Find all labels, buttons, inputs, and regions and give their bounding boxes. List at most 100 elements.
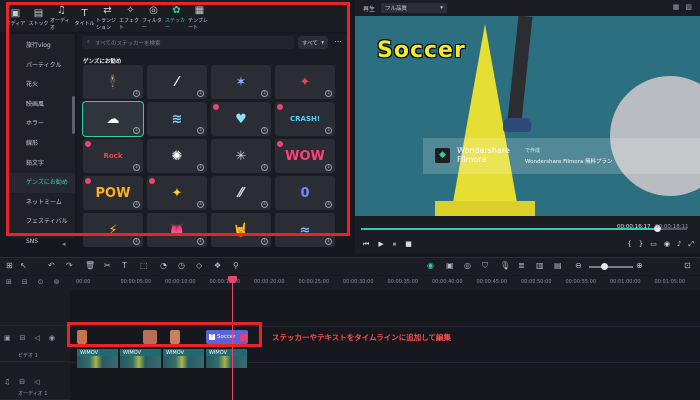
video-clip-label: WIMOV xyxy=(123,350,142,356)
lock-icon[interactable]: ⊚ xyxy=(54,278,60,286)
voice-icon[interactable]: ≣ xyxy=(518,261,525,270)
fit-icon[interactable]: ⊡ xyxy=(684,261,691,270)
keyframe-icon[interactable]: ◇ xyxy=(196,261,202,270)
crop-icon[interactable]: ⬚ xyxy=(140,261,148,270)
track-eye-icon[interactable]: ◉ xyxy=(49,334,55,342)
video-clip[interactable]: WIMOV xyxy=(205,349,247,368)
ruler-tick-label: 00:00:40:00 xyxy=(432,279,463,285)
delete-icon[interactable]: 🗑 xyxy=(85,261,95,270)
track-mute-icon[interactable]: ◁ xyxy=(34,378,39,386)
collapse-panel-icon[interactable]: ◂ xyxy=(62,240,70,249)
motion-icon[interactable]: ◎ xyxy=(464,261,471,270)
ruler-tick-label: 00:00:25:00 xyxy=(298,279,330,285)
download-icon[interactable]: ↓ xyxy=(133,238,140,245)
chevron-down-icon: ▾ xyxy=(440,5,444,11)
snapshot-icon[interactable]: ◉ xyxy=(664,240,670,249)
ai-icon[interactable]: ▤ xyxy=(554,261,562,270)
player-label: 再生 xyxy=(363,5,376,13)
track-header-audio: ♫ ⊟ ◁ オーディオ 1 xyxy=(0,362,70,400)
filmora-logo-icon: ◆ xyxy=(435,148,450,163)
audio-mix-icon[interactable]: ▥ xyxy=(536,261,544,270)
video-clip-label: WIMOV xyxy=(166,350,185,356)
download-icon[interactable]: ↓ xyxy=(325,238,332,245)
track-lock-icon[interactable]: ⊟ xyxy=(20,334,26,342)
time-current: 00:00:16:17 xyxy=(617,224,651,230)
watermark-text: Wondershare Filmora 無料プラン xyxy=(525,159,613,165)
video-track-icon: ▣ xyxy=(4,334,11,342)
volume-icon[interactable]: ♪ xyxy=(677,240,681,249)
highlight-frame xyxy=(6,2,350,236)
effect-icon[interactable]: ❖ xyxy=(214,261,221,270)
player-header: 再生 フル品質 ▾ ▦ ▨ xyxy=(355,0,700,16)
ruler-tick-label: 00:01:00:00 xyxy=(610,279,641,285)
magnet-icon[interactable]: ⊙ xyxy=(38,278,44,286)
zoom-out-icon[interactable]: ⊖ xyxy=(575,261,582,270)
play-icon[interactable]: ▶ xyxy=(378,240,383,249)
playhead-handle[interactable] xyxy=(228,276,237,283)
mic-icon[interactable]: 🎙 xyxy=(500,261,510,270)
snap-icon[interactable]: ▣ xyxy=(446,261,454,270)
video-shoe xyxy=(503,118,531,132)
download-icon[interactable]: ↓ xyxy=(197,238,204,245)
quality-dropdown[interactable]: フル品質 ▾ xyxy=(381,3,448,13)
player-controls: 00:00:16:17 00:00:18:11 ⏮ ▶ ⏸ ■ { } ▭ ◉ … xyxy=(355,216,700,254)
track-header-empty xyxy=(0,290,70,326)
mark-in-icon[interactable]: { xyxy=(627,240,631,249)
undo-icon[interactable]: ↶ xyxy=(48,261,55,270)
track-mute-icon[interactable]: ◁ xyxy=(35,334,40,342)
track-lock-icon[interactable]: ⊟ xyxy=(19,378,25,386)
timeline-ruler[interactable]: ⊞ ⊟ ⊙ ⊚ 00:00 00:00:05:00 00:00:10:00 00:00… xyxy=(0,276,700,290)
layout-icon[interactable]: ⊞ xyxy=(6,261,13,270)
audio-track-label: オーディオ 1 xyxy=(18,391,48,397)
step-back-icon[interactable]: ⏮ xyxy=(363,240,369,249)
render-icon[interactable]: ◉ xyxy=(427,261,434,270)
download-icon[interactable]: ↓ xyxy=(261,238,268,245)
timeline-toolbar: ⊞ ↖ ↶ ↷ 🗑 ✂ T ⬚ ◔ ◷ ◇ ❖ ⚲ ◉ ▣ ◎ ⛉ 🎙 ≣ ▥ … xyxy=(0,257,700,275)
zoom-knob[interactable] xyxy=(601,263,608,270)
time-total: 00:00:18:11 xyxy=(655,224,689,230)
ruler-tick-label: 00:01:05:00 xyxy=(654,279,686,285)
video-cone-base xyxy=(435,201,535,216)
video-clip[interactable]: WIMOV xyxy=(119,349,161,368)
mark-out-icon[interactable]: } xyxy=(639,240,643,249)
zoom-slider[interactable] xyxy=(589,266,633,268)
annotation-text: ステッカーやテキストをタイムラインに追加して編集 xyxy=(272,333,452,342)
monitor-icon[interactable]: ▭ xyxy=(650,240,657,249)
marker-icon[interactable]: ⚲ xyxy=(233,261,239,270)
watermark-name: Wondershare Filmora xyxy=(457,146,510,164)
stop-icon[interactable]: ■ xyxy=(405,240,412,249)
text-icon[interactable]: T xyxy=(122,261,127,270)
ruler-tick-label: 00:00:30:00 xyxy=(343,279,374,285)
pause-icon[interactable]: ⏸ xyxy=(393,240,397,249)
video-clip[interactable]: WIMOV xyxy=(76,349,118,368)
ruler-tick-label: 00:00:45:00 xyxy=(476,279,508,285)
split-icon[interactable]: ✂ xyxy=(104,261,111,270)
ruler-tick-label: 00:00:50:00 xyxy=(521,279,552,285)
watermark: ◆ Wondershare Filmora で作成 Wondershare Fi… xyxy=(423,138,700,174)
add-track-icon[interactable]: ⊞ xyxy=(6,278,12,286)
video-title-text: Soccer xyxy=(377,38,466,63)
link-icon[interactable]: ⊟ xyxy=(22,278,28,286)
video-clip-label: WIMOV xyxy=(80,350,99,356)
image-icon[interactable]: ▨ xyxy=(685,3,692,11)
ruler-tick-label: 00:00:05:00 xyxy=(120,279,152,285)
grid-icon[interactable]: ▦ xyxy=(673,3,680,11)
fullscreen-icon[interactable]: ⤢ xyxy=(688,240,694,249)
select-icon[interactable]: ↖ xyxy=(20,261,27,270)
redo-icon[interactable]: ↷ xyxy=(66,261,73,270)
video-ball xyxy=(610,76,700,196)
speed-icon[interactable]: ◷ xyxy=(178,261,185,270)
quality-label: フル品質 xyxy=(385,6,408,12)
ruler-tick-label: 00:00:55:00 xyxy=(565,279,597,285)
shield-icon[interactable]: ⛉ xyxy=(482,261,488,271)
ruler-tick-label: 00:00:35:00 xyxy=(387,279,419,285)
video-track-label: ビデオ 1 xyxy=(18,353,38,359)
ruler-tick-label: 00:00:20:00 xyxy=(254,279,285,285)
annotation-frame xyxy=(67,322,262,347)
color-icon[interactable]: ◔ xyxy=(160,261,167,270)
progress-filled[interactable] xyxy=(361,228,658,230)
video-preview[interactable]: Soccer ◆ Wondershare Filmora で作成 Wonders… xyxy=(355,16,700,216)
zoom-in-icon[interactable]: ⊕ xyxy=(636,261,643,270)
audio-track-icon: ♫ xyxy=(4,378,11,386)
video-clip[interactable]: WIMOV xyxy=(162,349,204,368)
